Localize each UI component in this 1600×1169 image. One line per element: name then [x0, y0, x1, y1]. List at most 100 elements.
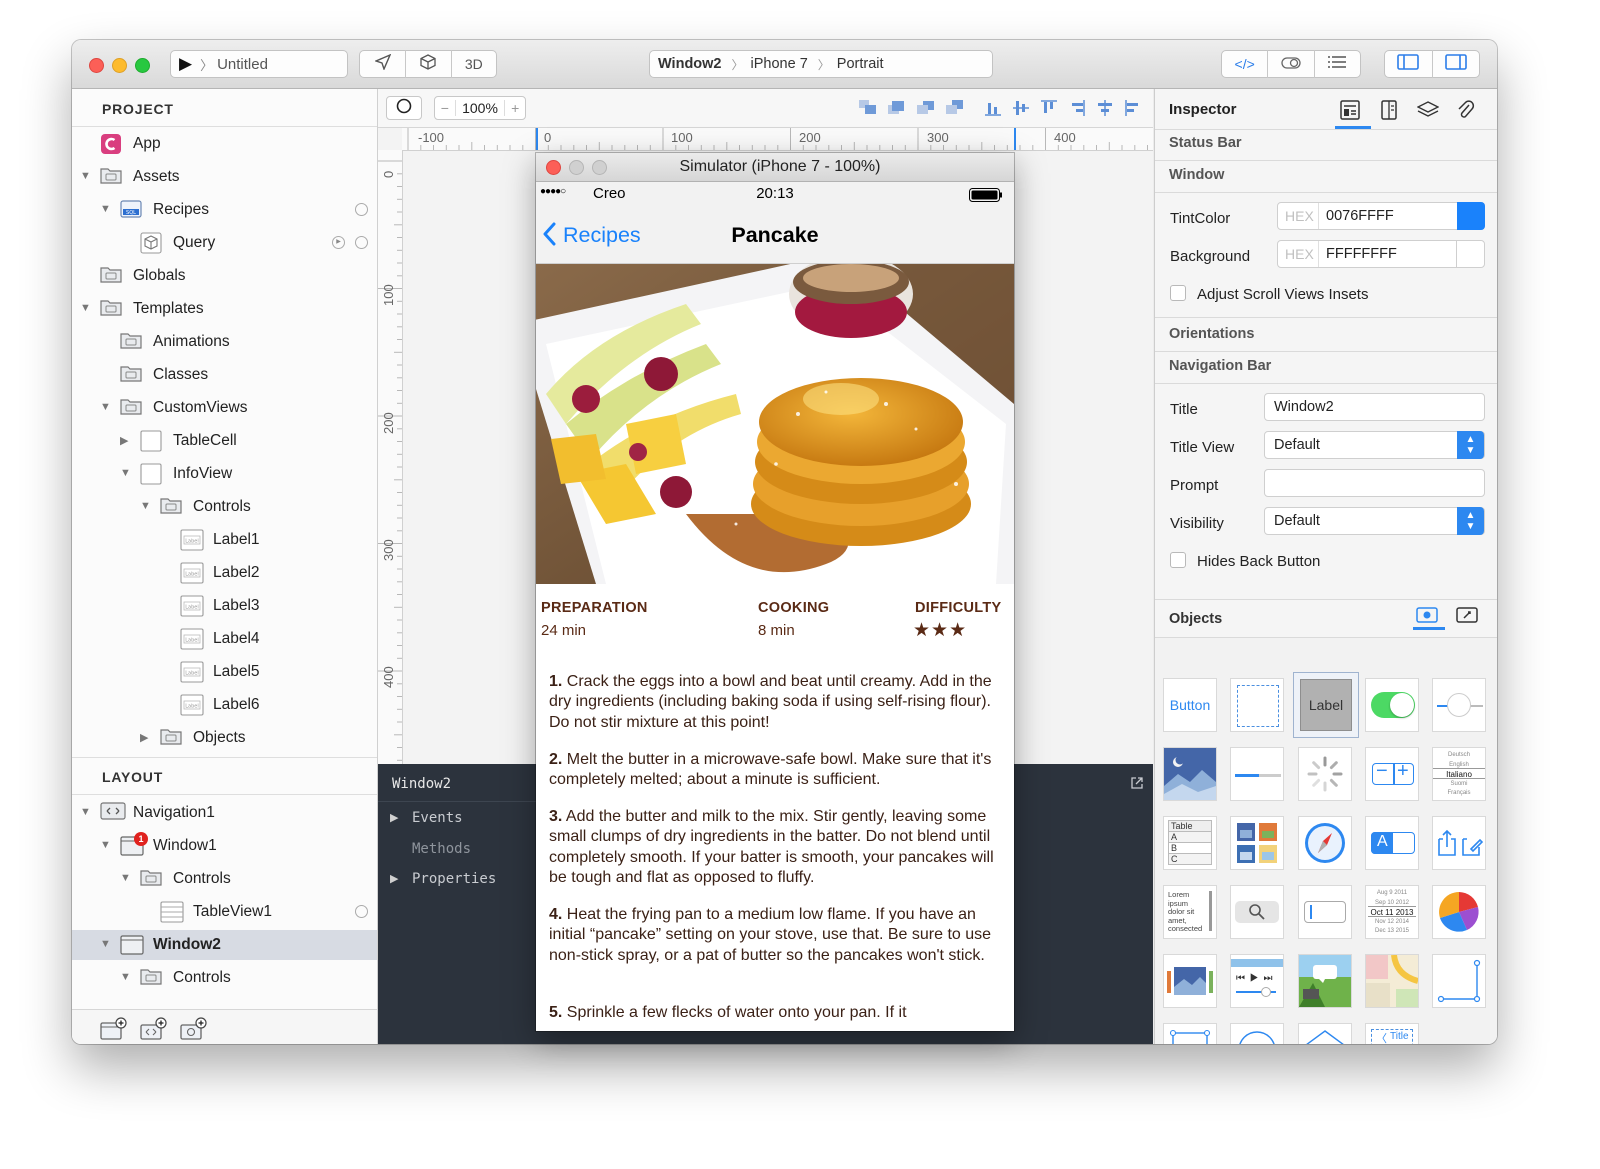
group-navigation-bar[interactable]: Navigation Bar — [1169, 358, 1271, 374]
code-view-button[interactable]: </> — [1222, 56, 1267, 72]
tree-item-window2[interactable]: ▼ Window2 — [72, 930, 377, 960]
zoom-in-button[interactable]: + — [504, 100, 525, 116]
adjust-scroll-insets-checkbox[interactable] — [1170, 285, 1186, 301]
background-value[interactable]: FFFFFFFF — [1326, 246, 1397, 262]
object-text-view[interactable]: Lorem ipsum dolor sit amet, consected — [1163, 885, 1217, 939]
prompt-field[interactable] — [1264, 469, 1485, 497]
object-segmented-control[interactable]: AB — [1365, 816, 1419, 870]
updown-chevron-icon[interactable]: ▲ ▼ — [1457, 431, 1484, 459]
list-icon[interactable] — [1315, 55, 1360, 73]
group-window[interactable]: Window — [1169, 167, 1224, 183]
tint-color-field[interactable]: HEX 0076FFFF — [1277, 202, 1485, 230]
tree-item-query[interactable]: Query ▶ — [72, 228, 377, 258]
tree-item-label6[interactable]: Label Label6 — [72, 690, 377, 720]
object-activity-indicator[interactable] — [1298, 747, 1352, 801]
object-button[interactable]: Button — [1163, 678, 1217, 732]
send-icon[interactable] — [360, 53, 405, 74]
disclosure-open-icon[interactable]: ▼ — [80, 806, 91, 818]
object-polygon-shape[interactable] — [1298, 1023, 1352, 1044]
tree-item-assets[interactable]: ▼ Assets — [72, 162, 377, 192]
disclosure-open-icon[interactable]: ▼ — [120, 971, 131, 983]
tree-item-templates[interactable]: ▼ Templates — [72, 294, 377, 324]
object-view[interactable] — [1230, 678, 1284, 732]
tint-color-swatch[interactable] — [1457, 202, 1485, 230]
popout-icon[interactable] — [1130, 776, 1144, 795]
object-image-view[interactable] — [1163, 747, 1217, 801]
zoom-level[interactable]: 100% — [456, 100, 505, 116]
object-container-view[interactable] — [1432, 954, 1486, 1008]
background-swatch[interactable] — [1456, 241, 1484, 267]
add-navigation-icon[interactable] — [140, 1017, 168, 1044]
tint-color-value[interactable]: 0076FFFF — [1326, 208, 1394, 224]
hides-back-button-checkbox[interactable] — [1170, 552, 1186, 568]
zoom-window-button[interactable] — [135, 58, 150, 73]
tree-item-label2[interactable]: Label Label2 — [72, 558, 377, 588]
object-web-view[interactable] — [1298, 816, 1352, 870]
object-gallery[interactable] — [1163, 954, 1217, 1008]
object-toolbar[interactable] — [1432, 816, 1486, 870]
document-icon[interactable] — [1379, 99, 1399, 126]
run-scheme-control[interactable]: ▶ 〉 Untitled — [170, 50, 348, 78]
bring-forward-icon[interactable] — [887, 99, 907, 122]
properties-icon[interactable] — [1339, 99, 1361, 126]
right-sidebar-icon[interactable] — [1432, 54, 1479, 74]
object-stepper[interactable]: − + — [1365, 747, 1419, 801]
group-status-bar[interactable]: Status Bar — [1169, 135, 1242, 151]
tree-item-globals[interactable]: Globals — [72, 261, 377, 291]
tree-item-animations[interactable]: Animations — [72, 327, 377, 357]
object-scroll-image[interactable] — [1298, 954, 1352, 1008]
minimize-window-button[interactable] — [112, 58, 127, 73]
zoom-out-button[interactable]: − — [435, 100, 456, 116]
breadcrumb-device[interactable]: iPhone 7 — [751, 56, 808, 72]
tree-item-label5[interactable]: Label Label5 — [72, 657, 377, 687]
object-switch[interactable] — [1365, 678, 1419, 732]
tree-item-navigation1[interactable]: ▼ Navigation1 — [72, 798, 377, 828]
align-center-h-icon[interactable] — [1096, 99, 1114, 122]
tree-item-recipes[interactable]: ▼ SQL Recipes — [72, 195, 377, 225]
tree-item-controls[interactable]: ▼ Controls — [72, 864, 377, 894]
tree-item-label4[interactable]: Label Label4 — [72, 624, 377, 654]
disclosure-open-icon[interactable]: ▼ — [120, 872, 131, 884]
object-label[interactable]: Label — [1293, 672, 1359, 738]
updown-chevron-icon[interactable]: ▲ ▼ — [1457, 507, 1484, 535]
visibility-select[interactable]: Default ▲ ▼ — [1264, 507, 1485, 535]
close-window-button[interactable] — [89, 58, 104, 73]
disclosure-open-icon[interactable]: ▼ — [80, 170, 91, 182]
align-right-icon[interactable] — [1068, 99, 1086, 122]
disclosure-open-icon[interactable]: ▼ — [100, 203, 111, 215]
status-circle-icon[interactable] — [355, 236, 368, 249]
object-rectangle-shape[interactable] — [1163, 1023, 1217, 1044]
disclosure-triangle-icon[interactable]: ▶ — [390, 872, 398, 885]
disclosure-open-icon[interactable]: ▼ — [140, 500, 151, 512]
tree-item-app[interactable]: App — [72, 129, 377, 159]
tree-item-label1[interactable]: Label Label1 — [72, 525, 377, 555]
object-search-bar[interactable] — [1230, 885, 1284, 939]
snippets-icon[interactable] — [1455, 605, 1479, 630]
disclosure-closed-icon[interactable]: ▶ — [140, 731, 148, 744]
background-field[interactable]: HEX FFFFFFFF — [1277, 240, 1485, 268]
code-panel-properties[interactable]: Properties — [412, 871, 496, 887]
play-icon[interactable]: ▶ — [179, 54, 192, 74]
disclosure-open-icon[interactable]: ▼ — [100, 401, 111, 413]
add-asset-icon[interactable] — [180, 1017, 208, 1044]
object-navigation-view[interactable]: 〈 Title — [1365, 1023, 1419, 1044]
code-panel-methods[interactable]: Methods — [412, 841, 471, 857]
object-table-view[interactable]: Table A B C — [1163, 816, 1217, 870]
object-picker-view[interactable]: Deutsch English Italiano Suomi Français — [1432, 747, 1486, 801]
tree-item-label3[interactable]: Label Label3 — [72, 591, 377, 621]
object-slider[interactable] — [1432, 678, 1486, 732]
disclosure-open-icon[interactable]: ▼ — [120, 467, 131, 479]
send-backward-icon[interactable] — [916, 99, 936, 122]
layers-icon[interactable] — [1416, 100, 1440, 125]
tree-item-infoview[interactable]: ▼ InfoView — [72, 459, 377, 489]
3d-view-button[interactable]: 3D — [452, 56, 496, 72]
align-center-v-icon[interactable] — [1012, 99, 1030, 122]
title-view-select[interactable]: Default ▲ ▼ — [1264, 431, 1485, 459]
object-media-player[interactable]: ⏮ ▶ ⏭ — [1230, 954, 1284, 1008]
object-circle-shape[interactable] — [1230, 1023, 1284, 1044]
paperclip-icon[interactable] — [1455, 99, 1475, 126]
object-text-field[interactable] — [1298, 885, 1352, 939]
send-back-icon[interactable] — [945, 99, 965, 122]
object-chart[interactable] — [1432, 885, 1486, 939]
disclosure-triangle-icon[interactable]: ▶ — [390, 811, 398, 824]
